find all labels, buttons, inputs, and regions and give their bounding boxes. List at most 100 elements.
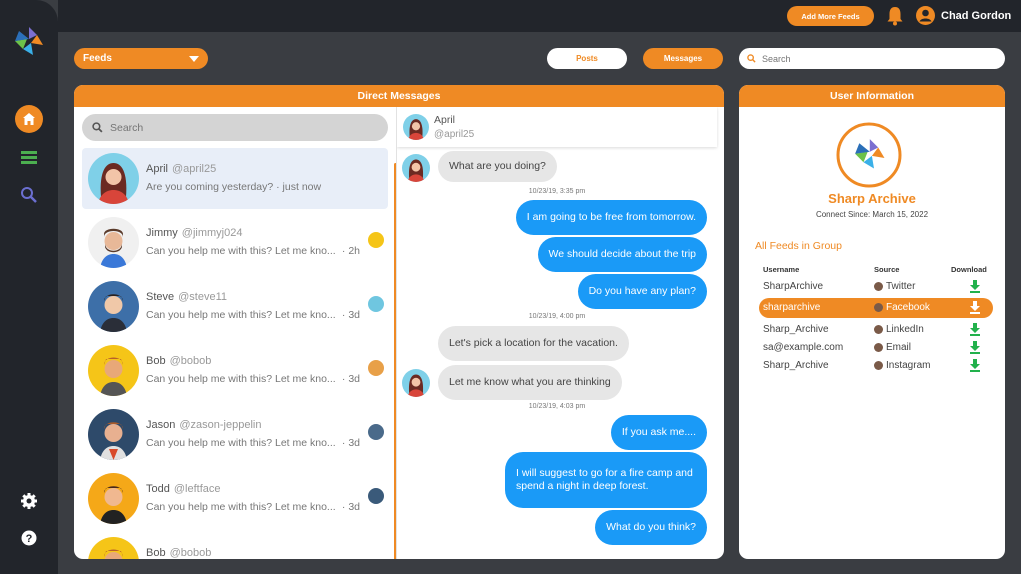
conversation-name: Bob	[146, 547, 166, 559]
conversation-search-bar[interactable]	[82, 114, 388, 141]
conversation-name: Jason	[146, 419, 176, 431]
source-avatar	[874, 303, 883, 312]
conversation-name: April	[146, 163, 169, 175]
conversation-time: · 3d	[341, 501, 360, 513]
conversation-item[interactable]: Jason @zason-jeppelin Can you help me wit…	[82, 404, 388, 465]
search-icon	[21, 187, 37, 203]
feed-row[interactable]: Sharp_Archive Instagram	[759, 356, 993, 376]
conversation-preview: Can you help me with this? Let me kno...	[146, 437, 336, 449]
source-avatar	[874, 361, 883, 370]
feeds-dropdown[interactable]: Feeds	[74, 48, 208, 69]
message-bubble-out: We should decide about the trip	[537, 237, 707, 272]
avatar	[402, 369, 430, 397]
nav-feeds-button[interactable]	[15, 143, 43, 171]
conversation-item[interactable]: Steve @steve11 Can you help me with this?…	[82, 276, 388, 337]
conversation-item[interactable]: Bob @bobob Can you help me with this? Let…	[82, 340, 388, 401]
feed-username: sa@example.com	[763, 342, 844, 353]
direct-messages-header: Direct Messages	[74, 85, 724, 107]
message-bubble-in: What are you doing?	[438, 151, 557, 182]
user-menu[interactable]: Chad Gordon	[916, 6, 1011, 25]
add-more-feeds-button[interactable]: Add More Feeds	[787, 6, 874, 26]
source-avatar	[874, 343, 883, 352]
conversation-handle: @april25	[172, 163, 217, 175]
avatar	[403, 114, 429, 140]
column-header-source: Source	[874, 265, 900, 274]
conversation-item[interactable]: Jimmy @jimmyj024 Can you help me with thi…	[82, 212, 388, 273]
conversation-name: Jimmy	[146, 227, 178, 239]
column-header-download: Download	[951, 265, 987, 274]
feed-source: Instagram	[886, 360, 931, 371]
conversation-handle: @bobob	[169, 355, 212, 367]
source-avatar	[874, 282, 883, 291]
avatar	[88, 409, 139, 460]
nav-help-button[interactable]: ?	[15, 524, 43, 552]
mini-avatar	[368, 360, 384, 376]
feed-row-selected[interactable]: sharparchive Facebook	[759, 298, 993, 318]
conversation-name: Todd	[146, 483, 170, 495]
mini-avatar	[368, 488, 384, 504]
help-icon: ?	[21, 530, 37, 546]
conversation-time: · 3d	[341, 373, 360, 385]
message-bubble-out: If you ask me....	[610, 415, 707, 450]
tab-posts[interactable]: Posts	[547, 48, 627, 69]
feed-username: Sharp_Archive	[763, 360, 829, 371]
sharp-archive-logo-icon	[836, 122, 902, 188]
feeds-dropdown-label: Feeds	[83, 53, 112, 64]
conversation-handle: @jimmyj024	[181, 227, 243, 239]
direct-messages-panel: Direct Messages April@april25 Are you co…	[74, 85, 724, 559]
top-search-input[interactable]	[762, 53, 962, 64]
user-information-panel: User Information Sharp Archive Connect S…	[739, 85, 1005, 559]
conversation-item[interactable]: April @april25 Are you coming yesterday? …	[82, 148, 388, 209]
sidebar: ?	[0, 0, 58, 574]
nav-home-button[interactable]	[15, 105, 43, 133]
download-icon[interactable]	[969, 358, 981, 372]
conversation-handle: @steve11	[178, 291, 228, 303]
top-bar	[58, 0, 1021, 32]
mini-avatar	[368, 296, 384, 312]
conversation-preview: Are you coming yesterday? · just now	[146, 181, 322, 193]
conversation-name: Steve	[146, 291, 175, 303]
feed-username: Sharp_Archive	[763, 324, 829, 335]
app-logo-icon[interactable]	[13, 25, 45, 57]
tab-messages[interactable]: Messages	[643, 48, 723, 69]
nav-search-button[interactable]	[15, 181, 43, 209]
chat-contact-handle: @april25	[434, 129, 475, 140]
conversation-item[interactable]: Bob @bobob	[82, 532, 388, 559]
conversation-handle: @zason-jeppelin	[179, 419, 262, 431]
download-icon[interactable]	[969, 322, 981, 336]
conversation-search-input[interactable]	[110, 121, 360, 134]
download-icon[interactable]	[969, 340, 981, 354]
conversation-name: Bob	[146, 355, 166, 367]
user-name: Chad Gordon	[941, 9, 1012, 22]
user-icon	[916, 6, 935, 25]
feed-row[interactable]: Sharp_Archive LinkedIn	[759, 320, 993, 340]
download-icon[interactable]	[969, 279, 981, 293]
feed-row[interactable]: SharpArchive Twitter	[759, 277, 993, 297]
feed-row[interactable]: sa@example.com Email	[759, 338, 993, 358]
feed-source: Email	[886, 342, 912, 353]
profile-name: Sharp Archive	[828, 191, 916, 206]
search-icon	[92, 122, 103, 133]
message-bubble-out: I will suggest to go for a fire camp and…	[505, 452, 707, 508]
avatar	[88, 153, 139, 204]
conversation-handle: @bobob	[169, 547, 212, 559]
message-bubble-in: Let's pick a location for the vacation.	[438, 326, 629, 361]
conversation-preview: Can you help me with this? Let me kno...	[146, 245, 336, 257]
chevron-down-icon	[189, 55, 199, 62]
message-bubble-in: Let me know what you are thinking	[438, 365, 622, 400]
conversation-item[interactable]: Todd @leftface Can you help me with this?…	[82, 468, 388, 529]
feed-username: sharparchive	[763, 302, 821, 313]
avatar	[88, 473, 139, 524]
download-icon[interactable]	[969, 300, 981, 314]
avatar	[88, 217, 139, 268]
nav-settings-button[interactable]	[15, 487, 43, 515]
top-search-bar[interactable]	[739, 48, 1005, 69]
connect-since: Connect Since: March 15, 2022	[815, 210, 929, 219]
bell-icon[interactable]	[886, 6, 904, 26]
feeds-group-label: All Feeds in Group	[755, 240, 842, 252]
user-information-header: User Information	[739, 85, 1005, 107]
avatar	[88, 345, 139, 396]
message-bubble-out: Do you have any plan?	[577, 274, 707, 309]
feed-list-icon	[21, 151, 37, 164]
conversation-preview: Can you help me with this? Let me kno...	[146, 309, 336, 321]
